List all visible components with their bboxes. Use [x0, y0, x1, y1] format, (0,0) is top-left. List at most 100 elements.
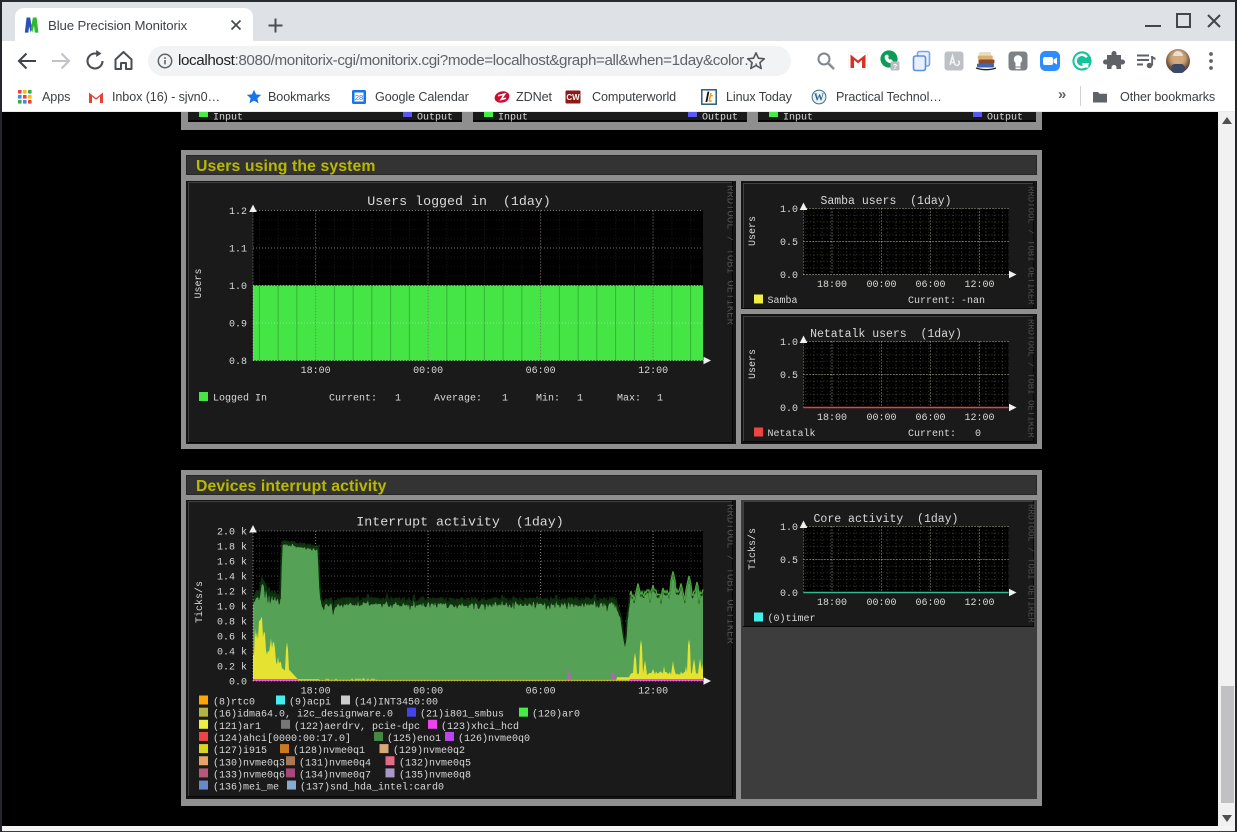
svg-text:00:00: 00:00 — [866, 413, 896, 424]
svg-text:Users: Users — [748, 349, 759, 379]
svg-text:0.5: 0.5 — [780, 371, 798, 382]
svg-text:RRDTOOL / TOBI OETIKER: RRDTOOL / TOBI OETIKER — [1026, 504, 1035, 623]
svg-text:Output: Output — [417, 113, 453, 123]
svg-text:0.0: 0.0 — [780, 589, 798, 600]
svg-text:12:00: 12:00 — [964, 598, 994, 609]
svg-text:1.0: 1.0 — [780, 205, 798, 216]
svg-text:0.5: 0.5 — [780, 238, 798, 249]
svg-text:0.0: 0.0 — [229, 678, 247, 689]
svg-text:(132)nvme0q5: (132)nvme0q5 — [399, 757, 471, 769]
svg-text:Users: Users — [748, 216, 759, 246]
svg-text:(123)xhci_hcd: (123)xhci_hcd — [441, 721, 519, 733]
svg-text:Netatalk: Netatalk — [768, 428, 816, 440]
svg-text:(134)nvme0q7: (134)nvme0q7 — [299, 769, 371, 781]
svg-text:Output: Output — [987, 113, 1023, 123]
svg-text:1.0: 1.0 — [780, 338, 798, 349]
svg-text:06:00: 06:00 — [915, 280, 945, 291]
svg-text:(124)ahci[0000:00:17.0]: (124)ahci[0000:00:17.0] — [213, 733, 351, 745]
svg-text:1.6 k: 1.6 k — [217, 557, 247, 569]
svg-text:1.1: 1.1 — [229, 245, 247, 256]
svg-text:0.0: 0.0 — [780, 271, 798, 282]
svg-text:Ticks/s: Ticks/s — [194, 581, 206, 623]
svg-text:Samba: Samba — [768, 295, 798, 307]
svg-text:Current:: Current: — [329, 394, 377, 405]
svg-text:(135)nvme0q8: (135)nvme0q8 — [399, 769, 471, 781]
svg-text:?: ? — [893, 62, 898, 71]
svg-text:(125)eno1: (125)eno1 — [387, 733, 441, 745]
svg-text:1.2 k: 1.2 k — [217, 587, 247, 599]
svg-text:Max:: Max: — [617, 394, 641, 405]
svg-text:00:00: 00:00 — [866, 598, 896, 609]
svg-text:12:00: 12:00 — [638, 687, 668, 698]
svg-text:1: 1 — [577, 394, 583, 405]
svg-text:RRDTOOL / TOBI OETIKER: RRDTOOL / TOBI OETIKER — [1026, 186, 1035, 305]
svg-text:(126)nvme0q0: (126)nvme0q0 — [458, 733, 530, 745]
svg-text:Interrupt activity (1day): Interrupt activity (1day) — [356, 515, 563, 530]
svg-text:(127)i915: (127)i915 — [213, 745, 267, 757]
svg-text:Netatalk users (1day): Netatalk users (1day) — [810, 328, 962, 341]
svg-text:(131)nvme0q4: (131)nvme0q4 — [299, 757, 371, 769]
svg-text:Users: Users — [194, 268, 205, 298]
svg-text:06:00: 06:00 — [526, 366, 556, 377]
svg-text:1: 1 — [657, 394, 663, 405]
svg-text:0.6 k: 0.6 k — [217, 632, 247, 644]
svg-text:(120)ar0: (120)ar0 — [532, 709, 580, 721]
svg-text:Logged In: Logged In — [213, 393, 267, 405]
svg-text:RRDTOOL / TOBI OETIKER: RRDTOOL / TOBI OETIKER — [724, 504, 734, 645]
svg-text:Samba users (1day): Samba users (1day) — [820, 195, 951, 208]
svg-text:12:00: 12:00 — [964, 413, 994, 424]
svg-text:(136)mei_me: (136)mei_me — [213, 782, 279, 794]
svg-text:RRDTOOL / TOBI OETIKER: RRDTOOL / TOBI OETIKER — [1026, 319, 1035, 438]
svg-text:1: 1 — [395, 394, 401, 405]
svg-text:12:00: 12:00 — [638, 366, 668, 377]
svg-text:Ticks/s: Ticks/s — [747, 528, 759, 570]
svg-text:Average:: Average: — [434, 394, 482, 405]
svg-text:(133)nvme0q6: (133)nvme0q6 — [213, 769, 285, 781]
svg-text:(129)nvme0q2: (129)nvme0q2 — [393, 745, 465, 757]
svg-text:06:00: 06:00 — [915, 598, 945, 609]
svg-text:00:00: 00:00 — [866, 280, 896, 291]
svg-text:Current:: Current: — [908, 429, 956, 440]
svg-text:1.0 k: 1.0 k — [217, 602, 247, 614]
svg-text:(8)rtc0: (8)rtc0 — [213, 697, 255, 709]
svg-text:28: 28 — [355, 93, 363, 102]
svg-text:1.8 k: 1.8 k — [217, 542, 247, 554]
svg-text:00:00: 00:00 — [413, 366, 443, 377]
svg-text:0.2 k: 0.2 k — [217, 662, 247, 674]
svg-text:0.9: 0.9 — [229, 320, 247, 331]
svg-text:Current:: Current: — [908, 296, 956, 307]
svg-text:2.0 k: 2.0 k — [217, 527, 247, 539]
svg-text:CW: CW — [566, 93, 580, 102]
svg-text:Users logged in (1day): Users logged in (1day) — [367, 194, 551, 209]
svg-text:0.0: 0.0 — [780, 404, 798, 415]
svg-text:(122)aerdrv, pcie-dpc: (122)aerdrv, pcie-dpc — [294, 721, 420, 733]
svg-text:1: 1 — [502, 394, 508, 405]
svg-text:0: 0 — [975, 429, 981, 440]
svg-text:Input: Input — [213, 113, 243, 123]
svg-text:Core activity (1day): Core activity (1day) — [814, 513, 959, 526]
svg-text:(128)nvme0q1: (128)nvme0q1 — [293, 745, 365, 757]
svg-text:Output: Output — [702, 113, 738, 123]
svg-text:06:00: 06:00 — [526, 687, 556, 698]
svg-text:0.8: 0.8 — [229, 357, 247, 368]
svg-text:1.2: 1.2 — [229, 207, 247, 218]
svg-text:1.0: 1.0 — [780, 523, 798, 534]
svg-text:18:00: 18:00 — [817, 280, 847, 291]
svg-text:(0)timer: (0)timer — [768, 613, 816, 625]
svg-text:1.0: 1.0 — [229, 282, 247, 293]
svg-text:(121)ar1: (121)ar1 — [213, 721, 261, 733]
svg-text:0.4 k: 0.4 k — [217, 647, 247, 659]
svg-text:Input: Input — [783, 113, 813, 123]
svg-text:18:00: 18:00 — [301, 366, 331, 377]
svg-text:(137)snd_hda_intel:card0: (137)snd_hda_intel:card0 — [300, 782, 444, 794]
svg-text:W: W — [814, 92, 824, 103]
svg-text:06:00: 06:00 — [915, 413, 945, 424]
svg-text:18:00: 18:00 — [301, 687, 331, 698]
svg-text:0.8 k: 0.8 k — [217, 617, 247, 629]
svg-text:Min:: Min: — [536, 393, 560, 405]
svg-text:1.4 k: 1.4 k — [217, 572, 247, 584]
svg-text:-nan: -nan — [961, 296, 985, 307]
svg-text:(21)i801_smbus: (21)i801_smbus — [420, 709, 504, 721]
svg-text:(14)INT3450:00: (14)INT3450:00 — [354, 697, 438, 709]
svg-text:(9)acpi: (9)acpi — [289, 697, 331, 709]
